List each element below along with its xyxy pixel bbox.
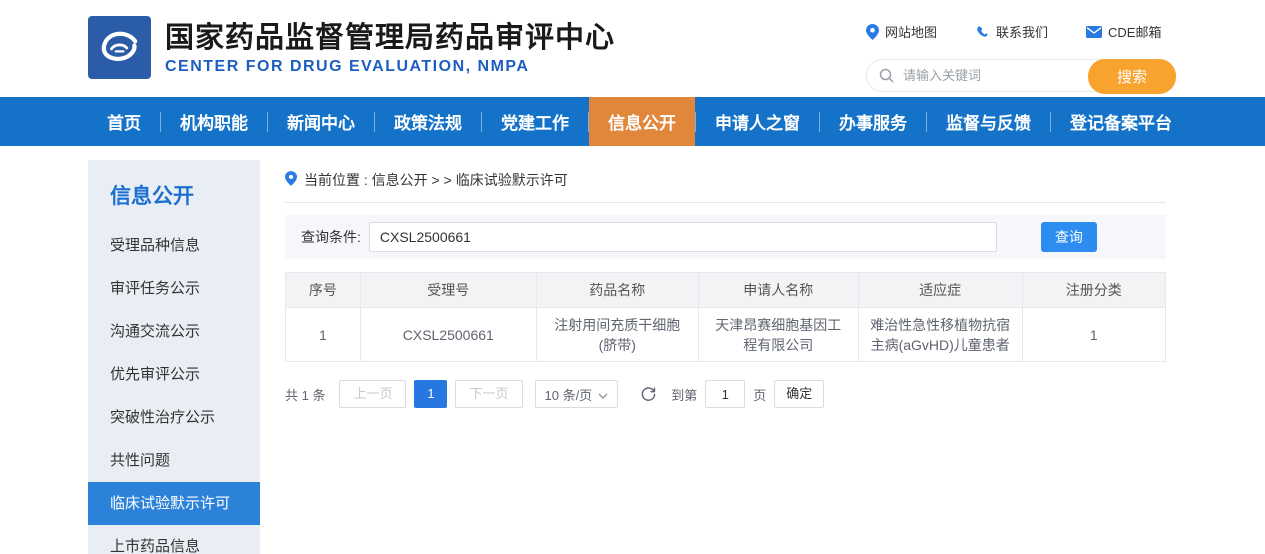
query-label: 查询条件: xyxy=(301,227,361,247)
sidebar-item-common-issues[interactable]: 共性问题 xyxy=(88,439,260,482)
sidebar-item-priority-review[interactable]: 优先审评公示 xyxy=(88,353,260,396)
envelope-icon xyxy=(1086,26,1102,38)
site-title: 国家药品监督管理局药品审评中心 xyxy=(165,20,615,56)
goto-page-input[interactable] xyxy=(705,380,745,408)
nav-item-party[interactable]: 党建工作 xyxy=(482,97,588,146)
sidebar-title: 信息公开 xyxy=(88,160,260,224)
contact-us-link[interactable]: 联系我们 xyxy=(975,22,1048,41)
contact-us-link-label: 联系我们 xyxy=(996,22,1048,41)
cde-mail-link-label: CDE邮箱 xyxy=(1108,22,1161,41)
cell-drug-name: 注射用间充质干细胞(脐带) xyxy=(536,308,698,362)
header-search: 搜索 xyxy=(866,59,1176,92)
results-table: 序号 受理号 药品名称 申请人名称 适应症 注册分类 1 CXSL2500661… xyxy=(285,272,1166,362)
site-subtitle: CENTER FOR DRUG EVALUATION, NMPA xyxy=(165,58,615,76)
sidebar-item-clinical-trial-implied-license[interactable]: 临床试验默示许可 xyxy=(88,482,260,525)
phone-icon xyxy=(975,24,990,39)
col-acceptance-no: 受理号 xyxy=(360,273,536,308)
sidebar-item-review-tasks[interactable]: 审评任务公示 xyxy=(88,267,260,310)
cell-index: 1 xyxy=(286,308,361,362)
search-icon xyxy=(879,68,895,89)
search-box: 搜索 xyxy=(866,59,1176,92)
prev-page-button[interactable]: 上一页 xyxy=(339,380,406,408)
goto-confirm-button[interactable]: 确定 xyxy=(774,380,824,408)
nav-item-policy[interactable]: 政策法规 xyxy=(375,97,481,146)
sidebar-item-breakthrough-therapy[interactable]: 突破性治疗公示 xyxy=(88,396,260,439)
nav-item-services[interactable]: 办事服务 xyxy=(820,97,926,146)
search-button[interactable]: 搜索 xyxy=(1088,59,1176,94)
query-input[interactable] xyxy=(369,222,997,252)
breadcrumb-text: 当前位置 : 信息公开 > > 临床试验默示许可 xyxy=(304,170,568,190)
nav-item-applicant-window[interactable]: 申请人之窗 xyxy=(696,97,819,146)
goto-prefix: 到第 xyxy=(671,385,697,404)
header-quick-links: 网站地图 联系我们 CDE邮箱 xyxy=(866,22,1161,41)
sidebar-item-marketed-drugs[interactable]: 上市药品信息 xyxy=(88,525,260,554)
page-size-select[interactable]: 10 条/页 xyxy=(535,380,619,408)
site-header: 国家药品监督管理局药品审评中心 CENTER FOR DRUG EVALUATI… xyxy=(0,0,1265,97)
page-size-value: 10 条/页 xyxy=(545,385,593,404)
main-nav: 首页 机构职能 新闻中心 政策法规 党建工作 信息公开 申请人之窗 办事服务 监… xyxy=(0,97,1265,146)
cde-mail-link[interactable]: CDE邮箱 xyxy=(1086,22,1161,41)
sidebar-item-accepted-products[interactable]: 受理品种信息 xyxy=(88,224,260,267)
main-content: 当前位置 : 信息公开 > > 临床试验默示许可 查询条件: 查询 序号 受理号… xyxy=(260,160,1166,554)
cell-acceptance-no: CXSL2500661 xyxy=(360,308,536,362)
nav-item-news[interactable]: 新闻中心 xyxy=(268,97,374,146)
sitemap-link-label: 网站地图 xyxy=(885,22,937,41)
refresh-icon[interactable] xyxy=(640,386,657,403)
col-registration-class: 注册分类 xyxy=(1022,273,1165,308)
query-button[interactable]: 查询 xyxy=(1041,222,1097,252)
nav-item-supervision[interactable]: 监督与反馈 xyxy=(927,97,1050,146)
table-header-row: 序号 受理号 药品名称 申请人名称 适应症 注册分类 xyxy=(286,273,1166,308)
cell-indication: 难治性急性移植物抗宿主病(aGvHD)儿童患者 xyxy=(858,308,1022,362)
col-indication: 适应症 xyxy=(858,273,1022,308)
col-drug-name: 药品名称 xyxy=(536,273,698,308)
col-index: 序号 xyxy=(286,273,361,308)
content-layout: 信息公开 受理品种信息 审评任务公示 沟通交流公示 优先审评公示 突破性治疗公示… xyxy=(88,160,1166,554)
cde-logo-swirl xyxy=(93,21,147,75)
query-panel: 查询条件: 查询 xyxy=(285,215,1166,259)
sidebar: 信息公开 受理品种信息 审评任务公示 沟通交流公示 优先审评公示 突破性治疗公示… xyxy=(88,160,260,554)
cell-applicant: 天津昂赛细胞基因工程有限公司 xyxy=(698,308,858,362)
table-row: 1 CXSL2500661 注射用间充质干细胞(脐带) 天津昂赛细胞基因工程有限… xyxy=(286,308,1166,362)
next-page-button[interactable]: 下一页 xyxy=(455,380,522,408)
brand-text: 国家药品监督管理局药品审评中心 CENTER FOR DRUG EVALUATI… xyxy=(165,20,615,76)
col-applicant: 申请人名称 xyxy=(698,273,858,308)
sidebar-item-communication[interactable]: 沟通交流公示 xyxy=(88,310,260,353)
page-number-1[interactable]: 1 xyxy=(414,380,447,408)
nav-item-registration-platform[interactable]: 登记备案平台 xyxy=(1051,97,1191,146)
cell-registration-class: 1 xyxy=(1022,308,1165,362)
breadcrumb-pin-icon xyxy=(285,171,297,189)
chevron-down-icon xyxy=(598,387,608,402)
brand: 国家药品监督管理局药品审评中心 CENTER FOR DRUG EVALUATI… xyxy=(88,16,615,79)
location-pin-icon xyxy=(866,24,879,40)
breadcrumb: 当前位置 : 信息公开 > > 临床试验默示许可 xyxy=(285,160,1166,203)
nav-item-functions[interactable]: 机构职能 xyxy=(161,97,267,146)
pagination-total: 共 1 条 xyxy=(285,385,325,404)
nav-item-info-disclosure[interactable]: 信息公开 xyxy=(589,97,695,146)
goto-suffix: 页 xyxy=(753,385,766,404)
pagination: 共 1 条 上一页 1 下一页 10 条/页 到第 页 确定 xyxy=(285,380,1166,408)
nav-item-home[interactable]: 首页 xyxy=(88,97,160,146)
sitemap-link[interactable]: 网站地图 xyxy=(866,22,937,41)
cde-logo xyxy=(88,16,151,79)
